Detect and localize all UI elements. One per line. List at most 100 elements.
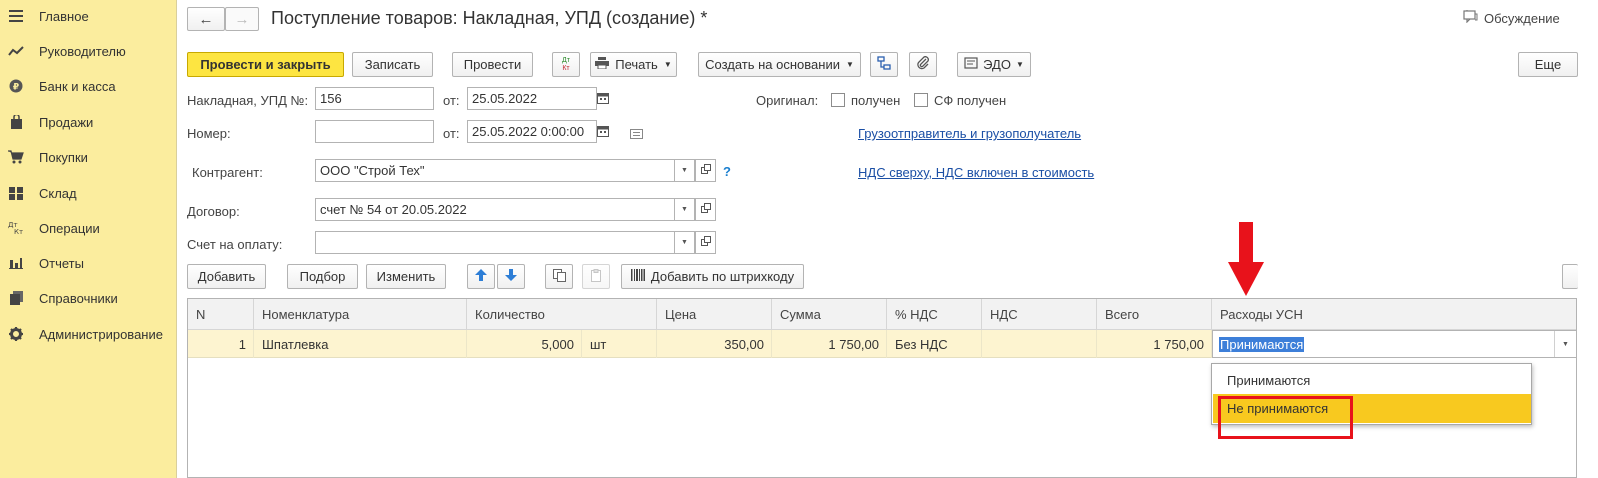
add-row-button[interactable]: Добавить (187, 264, 266, 289)
sidebar-item-references[interactable]: Справочники (0, 283, 176, 313)
calendar-icon[interactable] (597, 92, 609, 107)
arrow-right-icon: → (234, 10, 250, 28)
sidebar-item-operations[interactable]: Дт Кт Операции (0, 213, 176, 243)
usn-dropdown-button[interactable]: ▼ (1554, 331, 1576, 357)
dt-kt-button[interactable]: Дт Кт (552, 52, 580, 77)
calendar-icon[interactable] (597, 125, 609, 140)
counterparty-field[interactable]: ООО "Строй Тех" (315, 159, 675, 182)
column-header-item[interactable]: Номенклатура (254, 299, 467, 330)
sidebar-item-label: Склад (39, 185, 77, 201)
help-icon[interactable]: ? (723, 164, 731, 179)
sidebar-item-label: Банк и касса (39, 78, 116, 94)
arrow-left-icon: ← (198, 10, 214, 28)
sidebar-item-label: Покупки (39, 149, 88, 165)
cell-price: 350,00 (657, 330, 772, 358)
back-button[interactable]: ← (187, 7, 225, 31)
payment-open-button[interactable] (695, 231, 716, 254)
create-based-label: Создать на основании (705, 57, 840, 72)
column-header-n[interactable]: N (188, 299, 254, 330)
dropdown-arrow-icon: ▼ (1015, 60, 1024, 69)
column-header-quantity[interactable]: Количество (467, 299, 657, 330)
invoice-number-label: Накладная, УПД №: (187, 93, 309, 108)
dt-kt-icon: Дт Кт (8, 220, 24, 236)
copy-row-button[interactable] (545, 264, 573, 289)
chat-icon (1463, 10, 1478, 26)
annotation-highlight-box (1218, 396, 1353, 439)
more-button[interactable]: Еще (1518, 52, 1578, 77)
dt-kt-icon: Дт Кт (562, 56, 570, 72)
sidebar-item-purchases[interactable]: Покупки (0, 142, 176, 172)
dropdown-option-accepted[interactable]: Принимаются (1213, 366, 1531, 395)
sidebar-item-reports[interactable]: Отчеты (0, 248, 176, 278)
column-header-usn-expenses[interactable]: Расходы УСН (1212, 299, 1576, 330)
invoice-number-field[interactable]: 156 (315, 87, 434, 110)
edo-button[interactable]: ЭДО ▼ (957, 52, 1031, 77)
paste-row-button[interactable] (582, 264, 610, 289)
contract-field[interactable]: счет № 54 от 20.05.2022 (315, 198, 675, 221)
dropdown-arrow-icon: ▼ (845, 60, 854, 69)
dropdown-arrow-icon: ▼ (681, 167, 688, 174)
column-header-sum[interactable]: Сумма (772, 299, 887, 330)
open-window-icon (700, 236, 711, 249)
edo-label: ЭДО (983, 57, 1011, 72)
table-more-button[interactable] (1562, 264, 1578, 289)
structure-button[interactable] (870, 52, 898, 77)
counterparty-dropdown-button[interactable]: ▼ (674, 159, 695, 182)
sidebar-item-main[interactable]: Главное (0, 1, 176, 31)
column-header-price[interactable]: Цена (657, 299, 772, 330)
create-based-on-button[interactable]: Создать на основании ▼ (698, 52, 861, 77)
contract-dropdown-button[interactable]: ▼ (674, 198, 695, 221)
change-button[interactable]: Изменить (366, 264, 446, 289)
attach-button[interactable] (909, 52, 937, 77)
sidebar-item-warehouse[interactable]: Склад (0, 178, 176, 208)
cell-vat-rate: Без НДС (887, 330, 982, 358)
vat-link[interactable]: НДС сверху, НДС включен в стоимость (858, 165, 1094, 180)
page-title: Поступление товаров: Накладная, УПД (соз… (271, 8, 708, 28)
move-up-button[interactable] (467, 264, 495, 289)
select-button[interactable]: Подбор (287, 264, 358, 289)
contract-open-button[interactable] (695, 198, 716, 221)
contract-label: Договор: (187, 204, 240, 219)
print-button[interactable]: Печать ▼ (590, 52, 677, 77)
post-button[interactable]: Провести (452, 52, 533, 77)
counterparty-open-button[interactable] (695, 159, 716, 182)
payment-invoice-field[interactable] (315, 231, 675, 254)
discussion-button[interactable]: Обсуждение (1463, 10, 1560, 26)
save-button[interactable]: Записать (352, 52, 433, 77)
forward-button[interactable]: → (225, 7, 259, 31)
counterparty-label: Контрагент: (192, 165, 263, 180)
dropdown-arrow-icon: ▼ (681, 206, 688, 213)
original-received-checkbox[interactable] (831, 93, 845, 107)
open-window-icon (700, 203, 711, 216)
column-header-total[interactable]: Всего (1097, 299, 1212, 330)
invoice-date-field[interactable]: 25.05.2022 (467, 87, 597, 110)
sidebar-item-director[interactable]: Руководителю (0, 36, 176, 66)
paste-icon (590, 268, 603, 285)
cell-vat (982, 330, 1097, 358)
number-field[interactable] (315, 120, 434, 143)
sf-received-checkbox[interactable] (914, 93, 928, 107)
open-window-icon (700, 164, 711, 177)
usn-expenses-input[interactable]: Принимаются ▼ (1212, 330, 1576, 358)
sidebar-item-sales[interactable]: Продажи (0, 107, 176, 137)
structure-icon (877, 56, 891, 73)
trend-icon (8, 43, 24, 59)
cell-unit: шт (582, 330, 657, 358)
sidebar-item-bank[interactable]: ₽ Банк и касса (0, 71, 176, 101)
bag-icon (8, 114, 24, 130)
comment-icon[interactable] (630, 127, 643, 142)
sidebar-item-admin[interactable]: Администрирование (0, 319, 176, 349)
add-by-barcode-button[interactable]: Добавить по штрихкоду (621, 264, 804, 289)
payment-dropdown-button[interactable]: ▼ (674, 231, 695, 254)
copy-icon (552, 268, 566, 285)
cell-sum: 1 750,00 (772, 330, 887, 358)
number-datetime-field[interactable]: 25.05.2022 0:00:00 (467, 120, 597, 143)
number-label: Номер: (187, 126, 231, 141)
move-down-button[interactable] (497, 264, 525, 289)
shipper-consignee-link[interactable]: Грузоотправитель и грузополучатель (858, 126, 1081, 141)
column-header-vat-rate[interactable]: % НДС (887, 299, 982, 330)
table-row[interactable]: 1 Шпатлевка 5,000 шт 350,00 1 750,00 Без… (188, 330, 1576, 358)
column-header-vat[interactable]: НДС (982, 299, 1097, 330)
bar-chart-icon (8, 255, 24, 271)
post-and-close-button[interactable]: Провести и закрыть (187, 52, 344, 77)
